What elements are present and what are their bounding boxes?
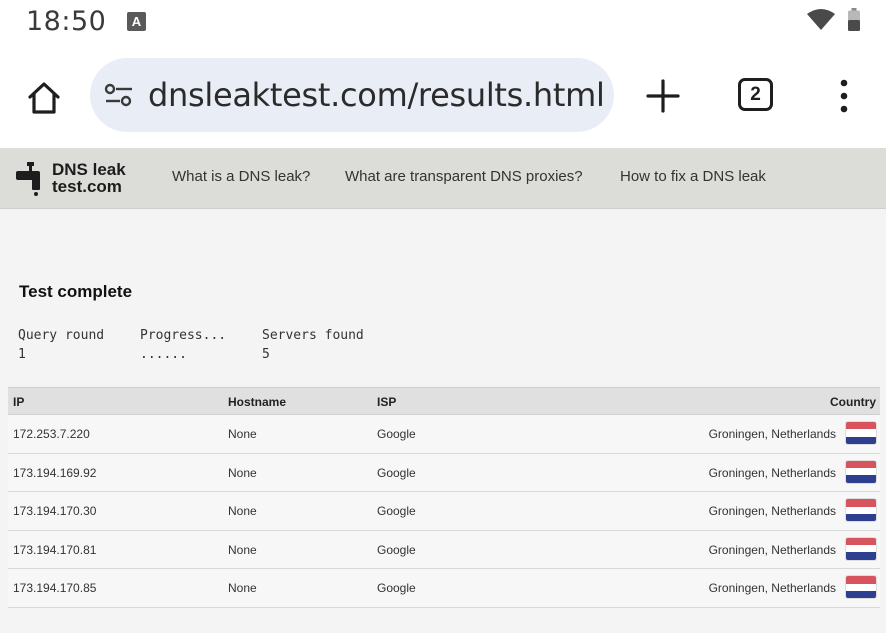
cell-hostname: None <box>228 581 257 596</box>
netherlands-flag-icon <box>846 499 876 522</box>
netherlands-flag-icon <box>846 422 876 444</box>
test-status-title: Test complete <box>19 282 133 301</box>
cell-country: Groningen, Netherlands <box>708 581 836 596</box>
cell-ip: 173.194.170.85 <box>13 581 97 596</box>
stat-label-servers-found: Servers found <box>262 328 364 343</box>
cell-hostname: None <box>228 542 257 557</box>
stat-label-progress: Progress... <box>140 328 227 343</box>
notification-a-icon: A <box>127 12 146 31</box>
stat-value-servers-found: 5 <box>262 347 270 362</box>
stat-value-progress: ...... <box>140 347 187 362</box>
column-header-isp: ISP <box>377 395 397 409</box>
nav-link-what-is-dns-leak[interactable]: What is a DNS leak? <box>172 168 310 185</box>
logo-text-line2: test.com <box>52 177 122 196</box>
table-row: 173.194.169.92 None Google Groningen, Nethe… <box>8 453 880 493</box>
netherlands-flag-icon <box>846 576 876 599</box>
table-row: 173.194.170.81 None Google Groningen, Nethe… <box>8 530 880 570</box>
cell-isp: Google <box>377 504 416 519</box>
cell-country: Groningen, Netherlands <box>708 465 836 480</box>
netherlands-flag-icon <box>846 460 876 483</box>
address-bar[interactable]: dnsleaktest.com/results.html <box>90 58 614 132</box>
cell-hostname: None <box>228 465 257 480</box>
cell-hostname: None <box>228 504 257 519</box>
cell-country: Groningen, Netherlands <box>708 427 836 441</box>
stat-value-query-round: 1 <box>18 347 26 362</box>
table-body: 172.253.7.220 None Google Groningen, Nether… <box>8 415 880 608</box>
battery-icon <box>848 8 860 31</box>
site-logo[interactable]: DNS leak test.com <box>14 160 134 198</box>
cell-ip: 173.194.170.81 <box>13 542 97 557</box>
browser-toolbar: dnsleaktest.com/results.html 2 <box>0 44 886 148</box>
home-icon[interactable] <box>24 78 64 118</box>
cell-ip: 172.253.7.220 <box>13 427 90 441</box>
column-header-country: Country <box>830 395 876 409</box>
table-header: IP Hostname ISP Country <box>8 387 880 415</box>
tab-switcher-button[interactable]: 2 <box>738 78 773 111</box>
faucet-icon <box>16 162 40 196</box>
status-time: 18:50 <box>26 6 107 37</box>
table-row: 172.253.7.220 None Google Groningen, Nether… <box>8 415 880 454</box>
cell-isp: Google <box>377 465 416 480</box>
url-text[interactable]: dnsleaktest.com/results.html <box>148 76 605 114</box>
site-header: DNS leak test.com What is a DNS leak? Wh… <box>0 148 886 209</box>
stat-label-query-round: Query round <box>18 328 105 343</box>
status-bar: 18:50 A <box>0 0 886 44</box>
netherlands-flag-icon <box>846 537 876 560</box>
cell-country: Groningen, Netherlands <box>708 504 836 519</box>
cell-ip: 173.194.170.30 <box>13 504 97 519</box>
new-tab-icon[interactable] <box>645 78 681 114</box>
column-header-ip: IP <box>13 395 25 409</box>
cell-isp: Google <box>377 542 416 557</box>
site-settings-icon[interactable] <box>104 82 134 108</box>
cell-isp: Google <box>377 427 416 441</box>
column-header-hostname: Hostname <box>228 395 287 409</box>
results-table: IP Hostname ISP Country 172.253.7.220 Non… <box>8 387 880 608</box>
cell-country: Groningen, Netherlands <box>708 542 836 557</box>
table-row: 173.194.170.85 None Google Groningen, Nethe… <box>8 569 880 608</box>
nav-link-fix-dns-leak[interactable]: How to fix a DNS leak <box>620 168 766 185</box>
wifi-icon <box>807 9 835 30</box>
nav-link-transparent-dns-proxies[interactable]: What are transparent DNS proxies? <box>345 168 583 185</box>
cell-isp: Google <box>377 581 416 596</box>
cell-ip: 173.194.169.92 <box>13 465 97 480</box>
table-row: 173.194.170.30 None Google Groningen, Nethe… <box>8 492 880 531</box>
overflow-menu-icon[interactable] <box>836 78 852 114</box>
cell-hostname: None <box>228 427 257 441</box>
